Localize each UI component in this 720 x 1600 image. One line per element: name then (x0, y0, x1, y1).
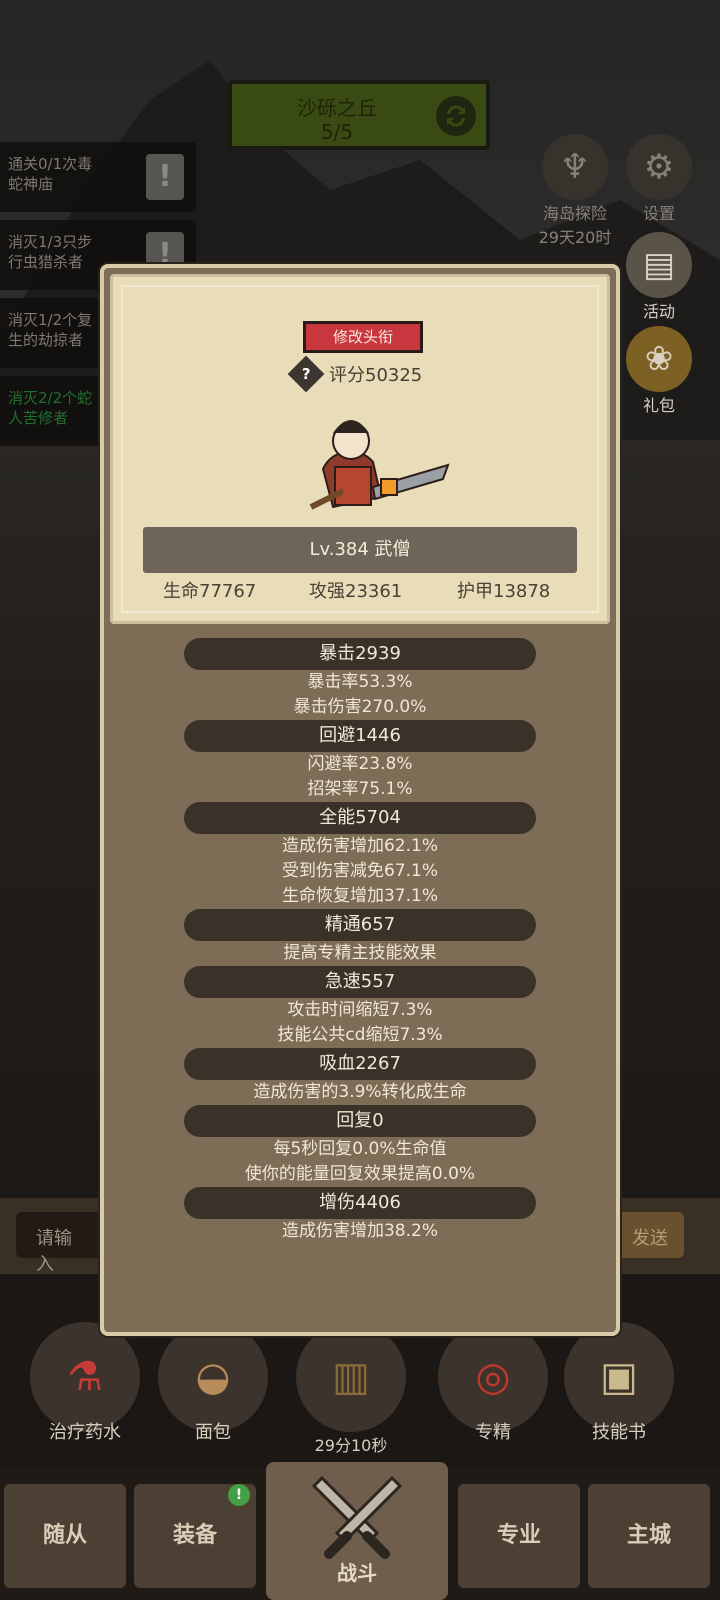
bread-icon: ◒ (158, 1322, 268, 1432)
character-card: 修改头衔 ? 评分50325 Lv.384 武僧 生命77767 攻强23361… (110, 274, 610, 624)
stat-line: 生命恢复增加37.1% (281, 886, 438, 906)
crossed-swords-icon (311, 1475, 403, 1559)
tab-battle[interactable]: 战斗 (266, 1462, 448, 1600)
gift-label: 礼包 (642, 396, 675, 415)
stat-line: 攻击时间缩短7.3% (287, 1000, 433, 1020)
stat-line: 受到伤害减免67.1% (281, 861, 438, 881)
bread-label: 面包 (195, 1422, 231, 1443)
spec-button[interactable]: ◎ 专精 (438, 1322, 548, 1443)
stat-line: 闪避率23.8% (307, 754, 413, 774)
potion-label: 治疗药水 (49, 1422, 121, 1443)
stat-group-head: 回复0 (184, 1105, 536, 1137)
stat-group-head: 急速557 (184, 966, 536, 998)
event-label: 活动 (642, 302, 675, 321)
chest-button[interactable]: ▥ 29分10秒 (296, 1322, 406, 1455)
tab-battle-label: 战斗 (337, 1561, 377, 1585)
stat-group-head: 暴击2939 (184, 638, 536, 670)
stat-line: 每5秒回复0.0%生命值 (273, 1139, 447, 1159)
help-icon[interactable]: ? (287, 355, 325, 393)
stat-hp: 生命77767 (163, 581, 257, 602)
stat-line: 造成伤害增加62.1% (281, 836, 438, 856)
stat-attack: 攻强23361 (309, 581, 403, 602)
score-row: ? 评分50325 (287, 355, 423, 393)
stat-list: 暴击2939 暴击率53.3% 暴击伤害270.0% 回避1446 闪避率23.… (104, 638, 616, 1244)
stat-group-head: 增伤4406 (184, 1187, 536, 1219)
stat-line: 暴击伤害270.0% (293, 697, 427, 717)
spec-label: 专精 (475, 1422, 511, 1443)
book-icon: ▣ (564, 1322, 674, 1432)
scroll-icon: ▤ (626, 232, 692, 298)
potion-button[interactable]: ⚗ 治疗药水 (30, 1322, 140, 1443)
tab-city[interactable]: 主城 (588, 1484, 710, 1588)
chest-icon: ▥ (296, 1322, 406, 1432)
notification-badge: ! (228, 1484, 250, 1506)
bottom-nav: 随从 装备 ! 战斗 专业 主城 (0, 1462, 720, 1600)
stat-group-head: 回避1446 (184, 720, 536, 752)
score-text: 评分50325 (329, 365, 423, 386)
chat-input[interactable]: 请输入 (16, 1212, 106, 1275)
character-stats-panel: 修改头衔 ? 评分50325 Lv.384 武僧 生命77767 攻强23361… (100, 264, 620, 1336)
stat-line: 使你的能量回复效果提高0.0% (244, 1164, 476, 1184)
gift-icon: ❀ (626, 326, 692, 392)
skillbook-label: 技能书 (592, 1422, 646, 1443)
gift-button[interactable]: ❀ 礼包 (614, 326, 704, 416)
stat-line: 技能公共cd缩短7.3% (277, 1025, 443, 1045)
character-portrait (309, 420, 450, 510)
stat-line: 提高专精主技能效果 (283, 943, 437, 963)
potion-icon: ⚗ (30, 1322, 140, 1432)
change-title-button[interactable]: 修改头衔 (303, 321, 423, 353)
tab-followers[interactable]: 随从 (4, 1484, 126, 1588)
tab-profession[interactable]: 专业 (458, 1484, 580, 1588)
bread-button[interactable]: ◒ 面包 (158, 1322, 268, 1443)
skillbook-button[interactable]: ▣ 技能书 (564, 1322, 674, 1443)
stat-line: 造成伤害增加38.2% (281, 1221, 438, 1241)
spec-icon: ◎ (438, 1322, 548, 1432)
stat-group-head: 精通657 (184, 909, 536, 941)
stat-group-head: 全能5704 (184, 802, 536, 834)
event-button[interactable]: ▤ 活动 (614, 232, 704, 322)
stat-group-head: 吸血2267 (184, 1048, 536, 1080)
stat-line: 招架率75.1% (307, 779, 413, 799)
level-class-bar: Lv.384 武僧 (143, 527, 577, 573)
chest-timer: 29分10秒 (314, 1436, 388, 1455)
stat-line: 暴击率53.3% (307, 672, 413, 692)
stat-armor: 护甲13878 (457, 581, 551, 602)
stat-line: 造成伤害的3.9%转化成生命 (253, 1082, 467, 1102)
